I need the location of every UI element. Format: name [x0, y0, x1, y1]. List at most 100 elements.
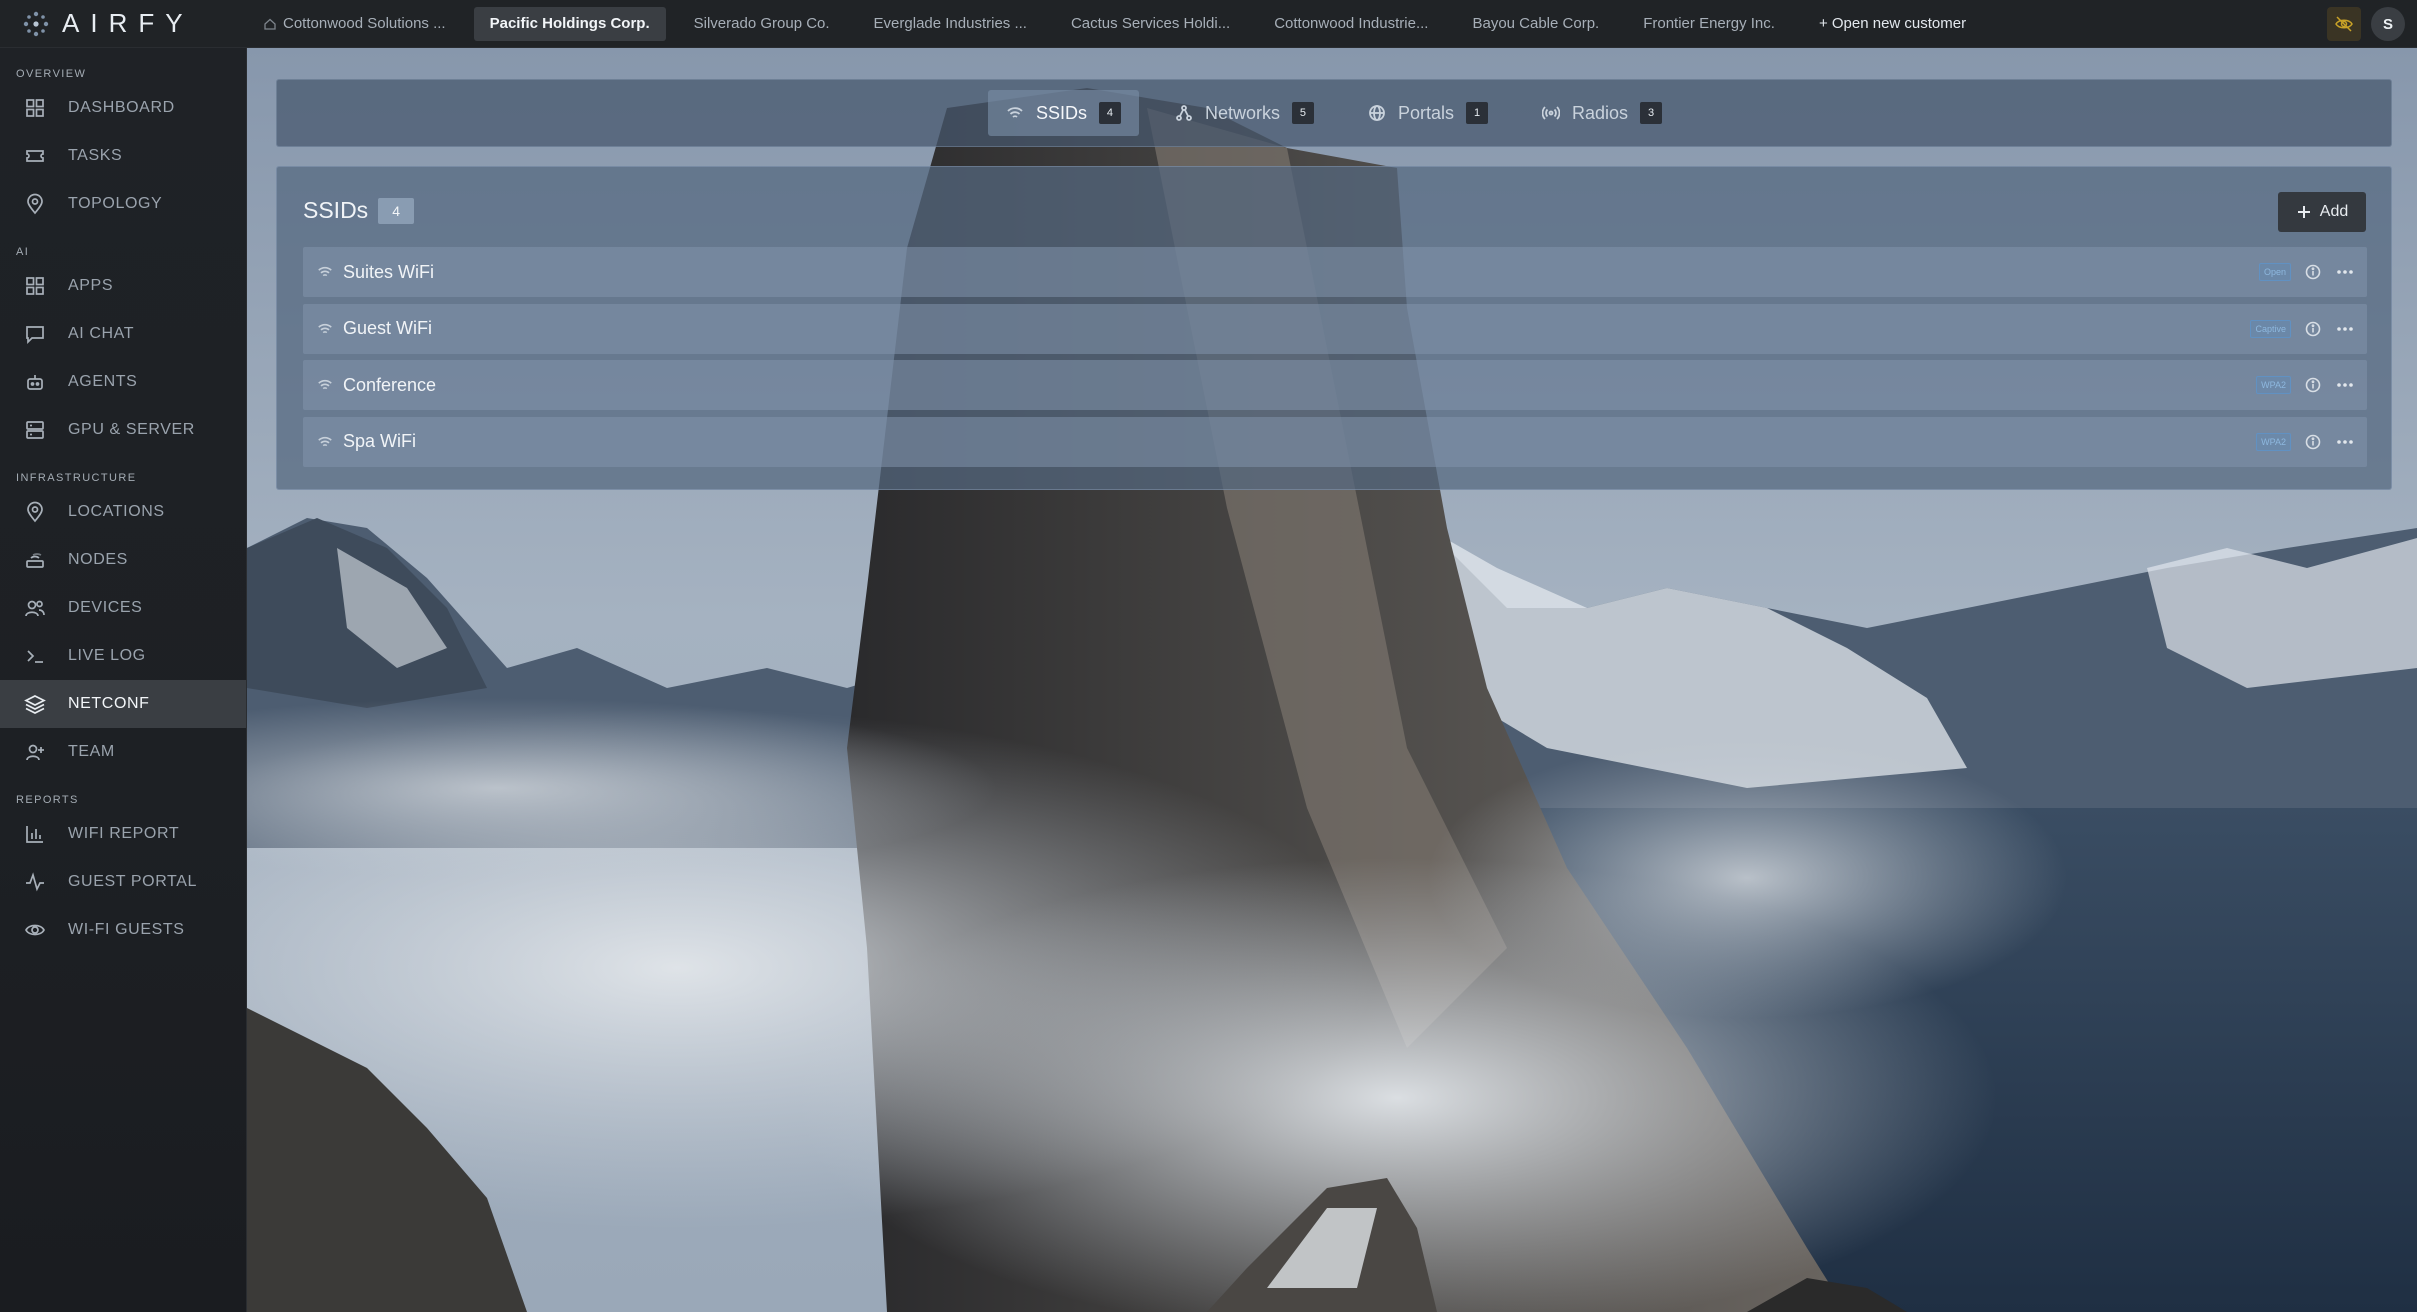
- sidebar-section-reports: REPORTS: [16, 794, 79, 806]
- sidebar-item-label: LOCATIONS: [68, 503, 165, 520]
- sidebar-item-topology[interactable]: TOPOLOGY: [0, 180, 246, 228]
- info-icon[interactable]: [2305, 264, 2321, 280]
- airfy-logo-icon: [23, 11, 49, 36]
- customer-tab-active[interactable]: Pacific Holdings Corp.: [473, 6, 666, 41]
- sidebar-item-tasks[interactable]: TASKS: [0, 132, 246, 180]
- sidebar-item-label: WIFI REPORT: [68, 825, 180, 842]
- ssids-panel: SSIDs 4 Add Suites WiFi Open Guest WiFi …: [276, 166, 2392, 490]
- sidebar-item-wifi-report[interactable]: WIFI REPORT: [0, 810, 246, 858]
- sidebar-item-locations[interactable]: LOCATIONS: [0, 488, 246, 536]
- customer-tab[interactable]: Bayou Cable Corp.: [1456, 7, 1615, 41]
- customer-tab-label: Silverado Group Co.: [693, 15, 830, 32]
- more-options-icon[interactable]: [2335, 432, 2355, 452]
- radio-icon: [1542, 106, 1561, 120]
- layers-icon: [24, 695, 46, 714]
- sidebar-item-wifi-guests[interactable]: WI-FI GUESTS: [0, 906, 246, 954]
- customer-tab[interactable]: Silverado Group Co.: [678, 7, 846, 41]
- tab-count-badge: 4: [1098, 102, 1121, 124]
- tab-networks[interactable]: Networks 5: [1157, 90, 1332, 136]
- sidebar-item-label: DEVICES: [68, 599, 143, 616]
- ssid-security-tag: WPA2: [2256, 432, 2291, 451]
- user-avatar[interactable]: S: [2371, 7, 2405, 41]
- plus-icon: [2297, 206, 2310, 218]
- eye-off-icon: [2335, 16, 2353, 32]
- privacy-toggle-button[interactable]: [2327, 7, 2361, 41]
- user-plus-icon: [26, 744, 44, 761]
- ssid-name: Spa WiFi: [343, 431, 417, 451]
- sidebar-item-agents[interactable]: AGENTS: [0, 358, 246, 406]
- wifi-icon: [318, 379, 332, 390]
- customer-tab[interactable]: Everglade Industries ...: [858, 7, 1043, 41]
- top-bar: AIRFY Cottonwood Solutions ... Pacific H…: [0, 0, 2417, 48]
- sidebar-item-devices[interactable]: DEVICES: [0, 584, 246, 632]
- bar-chart-icon: [26, 826, 43, 843]
- sidebar-item-netconf[interactable]: NETCONF: [0, 680, 246, 728]
- brand-logo[interactable]: AIRFY: [0, 0, 247, 48]
- network-icon: [1176, 105, 1192, 121]
- sidebar-item-guest-portal[interactable]: GUEST PORTAL: [0, 858, 246, 906]
- tab-label: Radios: [1572, 102, 1629, 123]
- ssid-name: Conference: [343, 374, 437, 395]
- tab-label: SSIDs: [1035, 102, 1087, 123]
- tab-count-badge: 5: [1291, 102, 1314, 124]
- wifi-icon: [1007, 107, 1023, 118]
- wifi-icon: [318, 266, 332, 277]
- add-button-label: Add: [2319, 203, 2349, 220]
- ssid-security-tag: Open: [2258, 263, 2291, 281]
- sidebar-item-ai-chat[interactable]: AI CHAT: [0, 310, 246, 358]
- sidebar-item-apps[interactable]: APPS: [0, 262, 246, 310]
- tab-label: Portals: [1397, 102, 1455, 123]
- sidebar-item-label: WI-FI GUESTS: [68, 921, 185, 938]
- more-options-icon[interactable]: [2335, 319, 2355, 339]
- tab-count-badge: 3: [1640, 102, 1663, 124]
- more-options-icon[interactable]: [2335, 375, 2355, 395]
- customer-tab[interactable]: Cottonwood Industrie...: [1258, 7, 1444, 41]
- more-options-icon[interactable]: [2335, 262, 2355, 282]
- sidebar-item-dashboard[interactable]: DASHBOARD: [0, 84, 246, 132]
- customer-tab-label: Pacific Holdings Corp.: [489, 15, 650, 32]
- sidebar-item-label: GPU & SERVER: [68, 421, 195, 438]
- ssid-row[interactable]: Suites WiFi Open: [303, 247, 2367, 297]
- sidebar-item-gpu-server[interactable]: GPU & SERVER: [0, 406, 246, 454]
- wifi-icon: [318, 323, 332, 333]
- customer-tab[interactable]: Cactus Services Holdi...: [1055, 7, 1246, 41]
- ssid-list: Suites WiFi Open Guest WiFi Captive Conf…: [303, 247, 2367, 473]
- sidebar-item-label: TEAM: [68, 743, 115, 760]
- sidebar-item-label: GUEST PORTAL: [68, 873, 198, 890]
- chat-icon: [26, 326, 44, 345]
- router-icon: [26, 553, 44, 568]
- brand-name: AIRFY: [62, 8, 194, 38]
- info-icon[interactable]: [2305, 321, 2321, 337]
- customer-tab[interactable]: Cottonwood Solutions ...: [247, 7, 462, 41]
- sidebar-item-team[interactable]: TEAM: [0, 728, 246, 776]
- add-ssid-button[interactable]: Add: [2278, 192, 2366, 232]
- server-icon: [26, 421, 44, 439]
- ssid-row[interactable]: Spa WiFi WPA2: [303, 416, 2367, 467]
- ssid-row[interactable]: Guest WiFi Captive: [303, 303, 2367, 354]
- info-icon[interactable]: [2305, 434, 2321, 450]
- grid-icon: [26, 99, 44, 117]
- sidebar-item-nodes[interactable]: NODES: [0, 536, 246, 584]
- sidebar-item-label: AGENTS: [68, 373, 138, 390]
- sidebar-item-label: TASKS: [68, 147, 123, 164]
- tab-label: Networks: [1204, 102, 1280, 123]
- sidebar-item-live-log[interactable]: LIVE LOG: [0, 632, 246, 680]
- customer-tab[interactable]: Frontier Energy Inc.: [1627, 7, 1791, 41]
- tab-ssids[interactable]: SSIDs 4: [987, 90, 1139, 136]
- tab-portals[interactable]: Portals 1: [1350, 90, 1506, 136]
- ssids-count-badge: 4: [378, 197, 415, 224]
- ssid-security-tag: Captive: [2250, 319, 2291, 338]
- info-icon[interactable]: [2305, 377, 2321, 393]
- globe-icon: [1369, 105, 1385, 121]
- tab-radios[interactable]: Radios 3: [1524, 90, 1680, 136]
- sidebar-item-label: DASHBOARD: [68, 99, 175, 116]
- netconf-tabs: SSIDs 4 Networks 5 Portals 1 Radios 3: [276, 79, 2392, 147]
- users-icon: [25, 600, 45, 617]
- customer-tab-label: Frontier Energy Inc.: [1643, 15, 1775, 32]
- grid-icon: [26, 277, 44, 295]
- robot-icon: [27, 375, 43, 390]
- ssid-row[interactable]: Conference WPA2: [303, 360, 2367, 410]
- customer-tab-label: Cottonwood Industrie...: [1274, 15, 1429, 32]
- eye-icon: [25, 924, 45, 936]
- open-new-customer-button[interactable]: + Open new customer: [1803, 7, 1982, 41]
